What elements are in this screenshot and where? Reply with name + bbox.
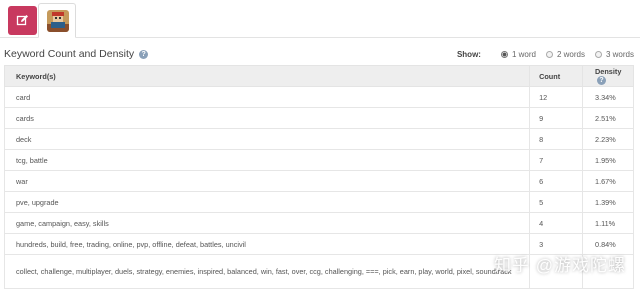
info-icon[interactable]: ? [597, 76, 607, 85]
radio-label: 3 words [605, 50, 634, 59]
count-cell: 5 [529, 191, 584, 213]
section-title-text: Keyword Count and Density [4, 48, 135, 60]
radio-2-words[interactable]: 2 words [545, 50, 585, 59]
density-cell: 1.11% [582, 212, 634, 234]
table-row: tcg, battle 7 1.95% [3, 149, 634, 171]
density-header-label: Density [595, 67, 622, 76]
keyword-cell: pve, upgrade [3, 191, 531, 213]
column-header-count[interactable]: Count [529, 65, 584, 87]
tab-bar [0, 0, 640, 38]
count-cell: 4 [529, 212, 584, 234]
density-cell: 2.51% [582, 107, 634, 129]
keyword-cell: collect, challenge, multiplayer, duels, … [3, 254, 531, 289]
keyword-cell: card [3, 86, 531, 108]
radio-label: 1 word [511, 50, 536, 59]
table-row: war 6 1.67% [3, 170, 634, 192]
keyword-cell: tcg, battle [3, 149, 531, 171]
keyword-cell: war [3, 170, 531, 192]
count-cell: 6 [529, 170, 584, 192]
column-header-density[interactable]: Density ? [582, 65, 634, 87]
keyword-cell: hundreds, build, free, trading, online, … [3, 233, 531, 255]
table-header-row: Keyword(s) Count Density ? [3, 65, 634, 87]
density-cell: 2.23% [582, 128, 634, 150]
density-cell: 1.39% [582, 191, 634, 213]
table-row: card 12 3.34% [3, 86, 634, 108]
count-cell: 8 [529, 128, 584, 150]
info-icon[interactable]: ? [139, 50, 149, 59]
word-count-selector: Show: 1 word 2 words 3 words [457, 50, 634, 59]
keyword-cell: cards [3, 107, 531, 129]
radio-3-words[interactable]: 3 words [594, 50, 634, 59]
app-tab[interactable] [38, 3, 76, 38]
keyword-cell: game, campaign, easy, skills [3, 212, 531, 234]
radio-unselected-icon[interactable] [594, 51, 602, 58]
table-row: cards 9 2.51% [3, 107, 634, 129]
radio-1-word[interactable]: 1 word [500, 50, 536, 59]
app-thumbnail [47, 10, 69, 32]
count-cell: 7 [529, 149, 584, 171]
column-header-keyword[interactable]: Keyword(s) [3, 65, 531, 87]
count-cell: 12 [529, 86, 584, 108]
density-cell: 3.34% [582, 86, 634, 108]
edit-tab-button[interactable] [8, 6, 37, 35]
radio-unselected-icon[interactable] [545, 51, 553, 58]
table-row: game, campaign, easy, skills 4 1.11% [3, 212, 634, 234]
keyword-cell: deck [3, 128, 531, 150]
show-label: Show: [456, 50, 481, 59]
table-row: deck 8 2.23% [3, 128, 634, 150]
radio-label: 2 words [556, 50, 585, 59]
edit-icon [16, 15, 28, 26]
watermark: 知乎 @游戏陀螺 [494, 256, 626, 275]
section-title: Keyword Count and Density ? [4, 48, 149, 60]
table-row: pve, upgrade 5 1.39% [3, 191, 634, 213]
radio-selected-icon[interactable] [500, 51, 508, 58]
count-cell: 9 [529, 107, 584, 129]
density-cell: 1.95% [582, 149, 634, 171]
density-cell: 1.67% [582, 170, 634, 192]
